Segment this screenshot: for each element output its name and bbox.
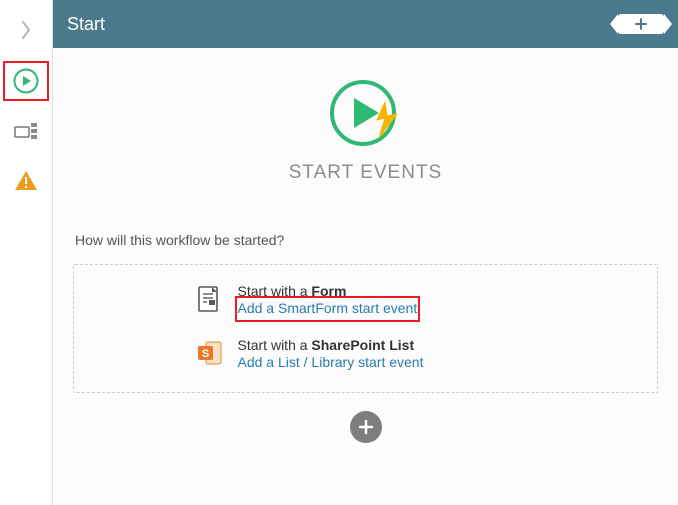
play-icon xyxy=(13,68,39,94)
content-area: START EVENTS How will this workflow be s… xyxy=(53,48,678,505)
option-sharepoint-title: Start with a SharePoint List xyxy=(238,337,424,353)
option-sharepoint: S Start with a SharePoint List Add a Lis… xyxy=(196,337,536,373)
states-icon xyxy=(14,121,38,141)
sidebar-item-states[interactable] xyxy=(4,112,48,150)
sidebar xyxy=(0,0,53,505)
option-form: Start with a Form Add a SmartForm start … xyxy=(196,283,536,319)
plus-icon xyxy=(358,419,374,435)
add-smartform-link[interactable]: Add a SmartForm start event xyxy=(238,299,418,319)
form-icon xyxy=(196,285,224,313)
option-form-title: Start with a Form xyxy=(238,283,418,299)
add-list-link[interactable]: Add a List / Library start event xyxy=(238,353,424,373)
plus-icon xyxy=(635,18,647,30)
main-panel: Start START EVENTS How will this workflo… xyxy=(53,0,678,505)
sharepoint-icon: S xyxy=(196,339,224,367)
header-badge[interactable] xyxy=(618,14,664,34)
options-box: Start with a Form Add a SmartForm start … xyxy=(73,264,658,393)
warning-icon xyxy=(14,170,38,192)
svg-text:S: S xyxy=(201,348,208,360)
header-bar: Start xyxy=(53,0,678,48)
section-title: START EVENTS xyxy=(289,162,442,184)
sidebar-item-start[interactable] xyxy=(4,62,48,100)
sidebar-item-errors[interactable] xyxy=(4,162,48,200)
question-text: How will this workflow be started? xyxy=(73,232,284,248)
add-button[interactable] xyxy=(350,411,382,443)
page-title: Start xyxy=(67,14,105,35)
start-events-icon xyxy=(327,78,405,148)
collapse-chevron[interactable] xyxy=(0,10,52,50)
